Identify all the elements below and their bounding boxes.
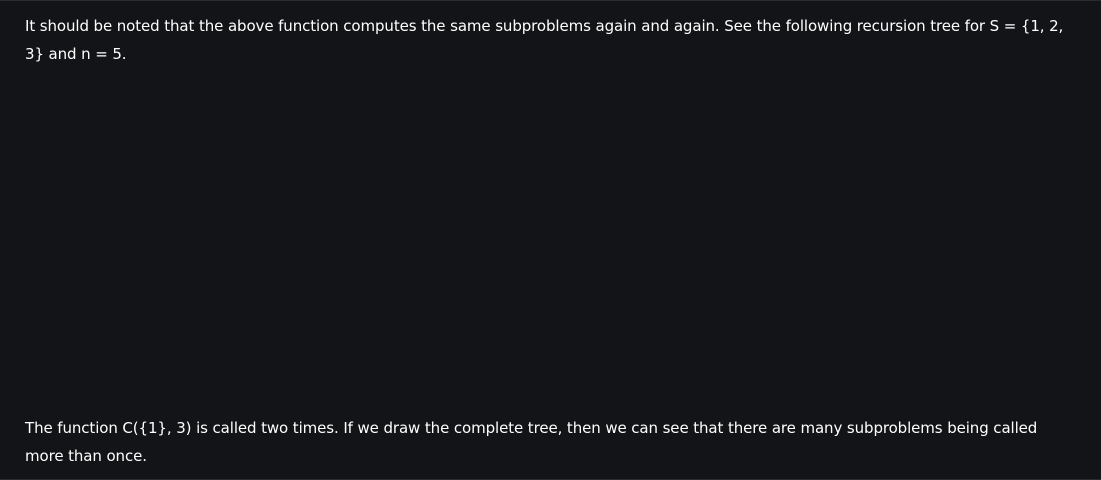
paragraph-recursion-explanation: The function C({1}, 3) is called two tim… bbox=[25, 419, 1038, 465]
top-divider bbox=[0, 0, 1101, 1]
recursion-tree-figure-placeholder bbox=[25, 80, 1075, 400]
paragraph-recursion-intro: It should be noted that the above functi… bbox=[25, 17, 1064, 63]
